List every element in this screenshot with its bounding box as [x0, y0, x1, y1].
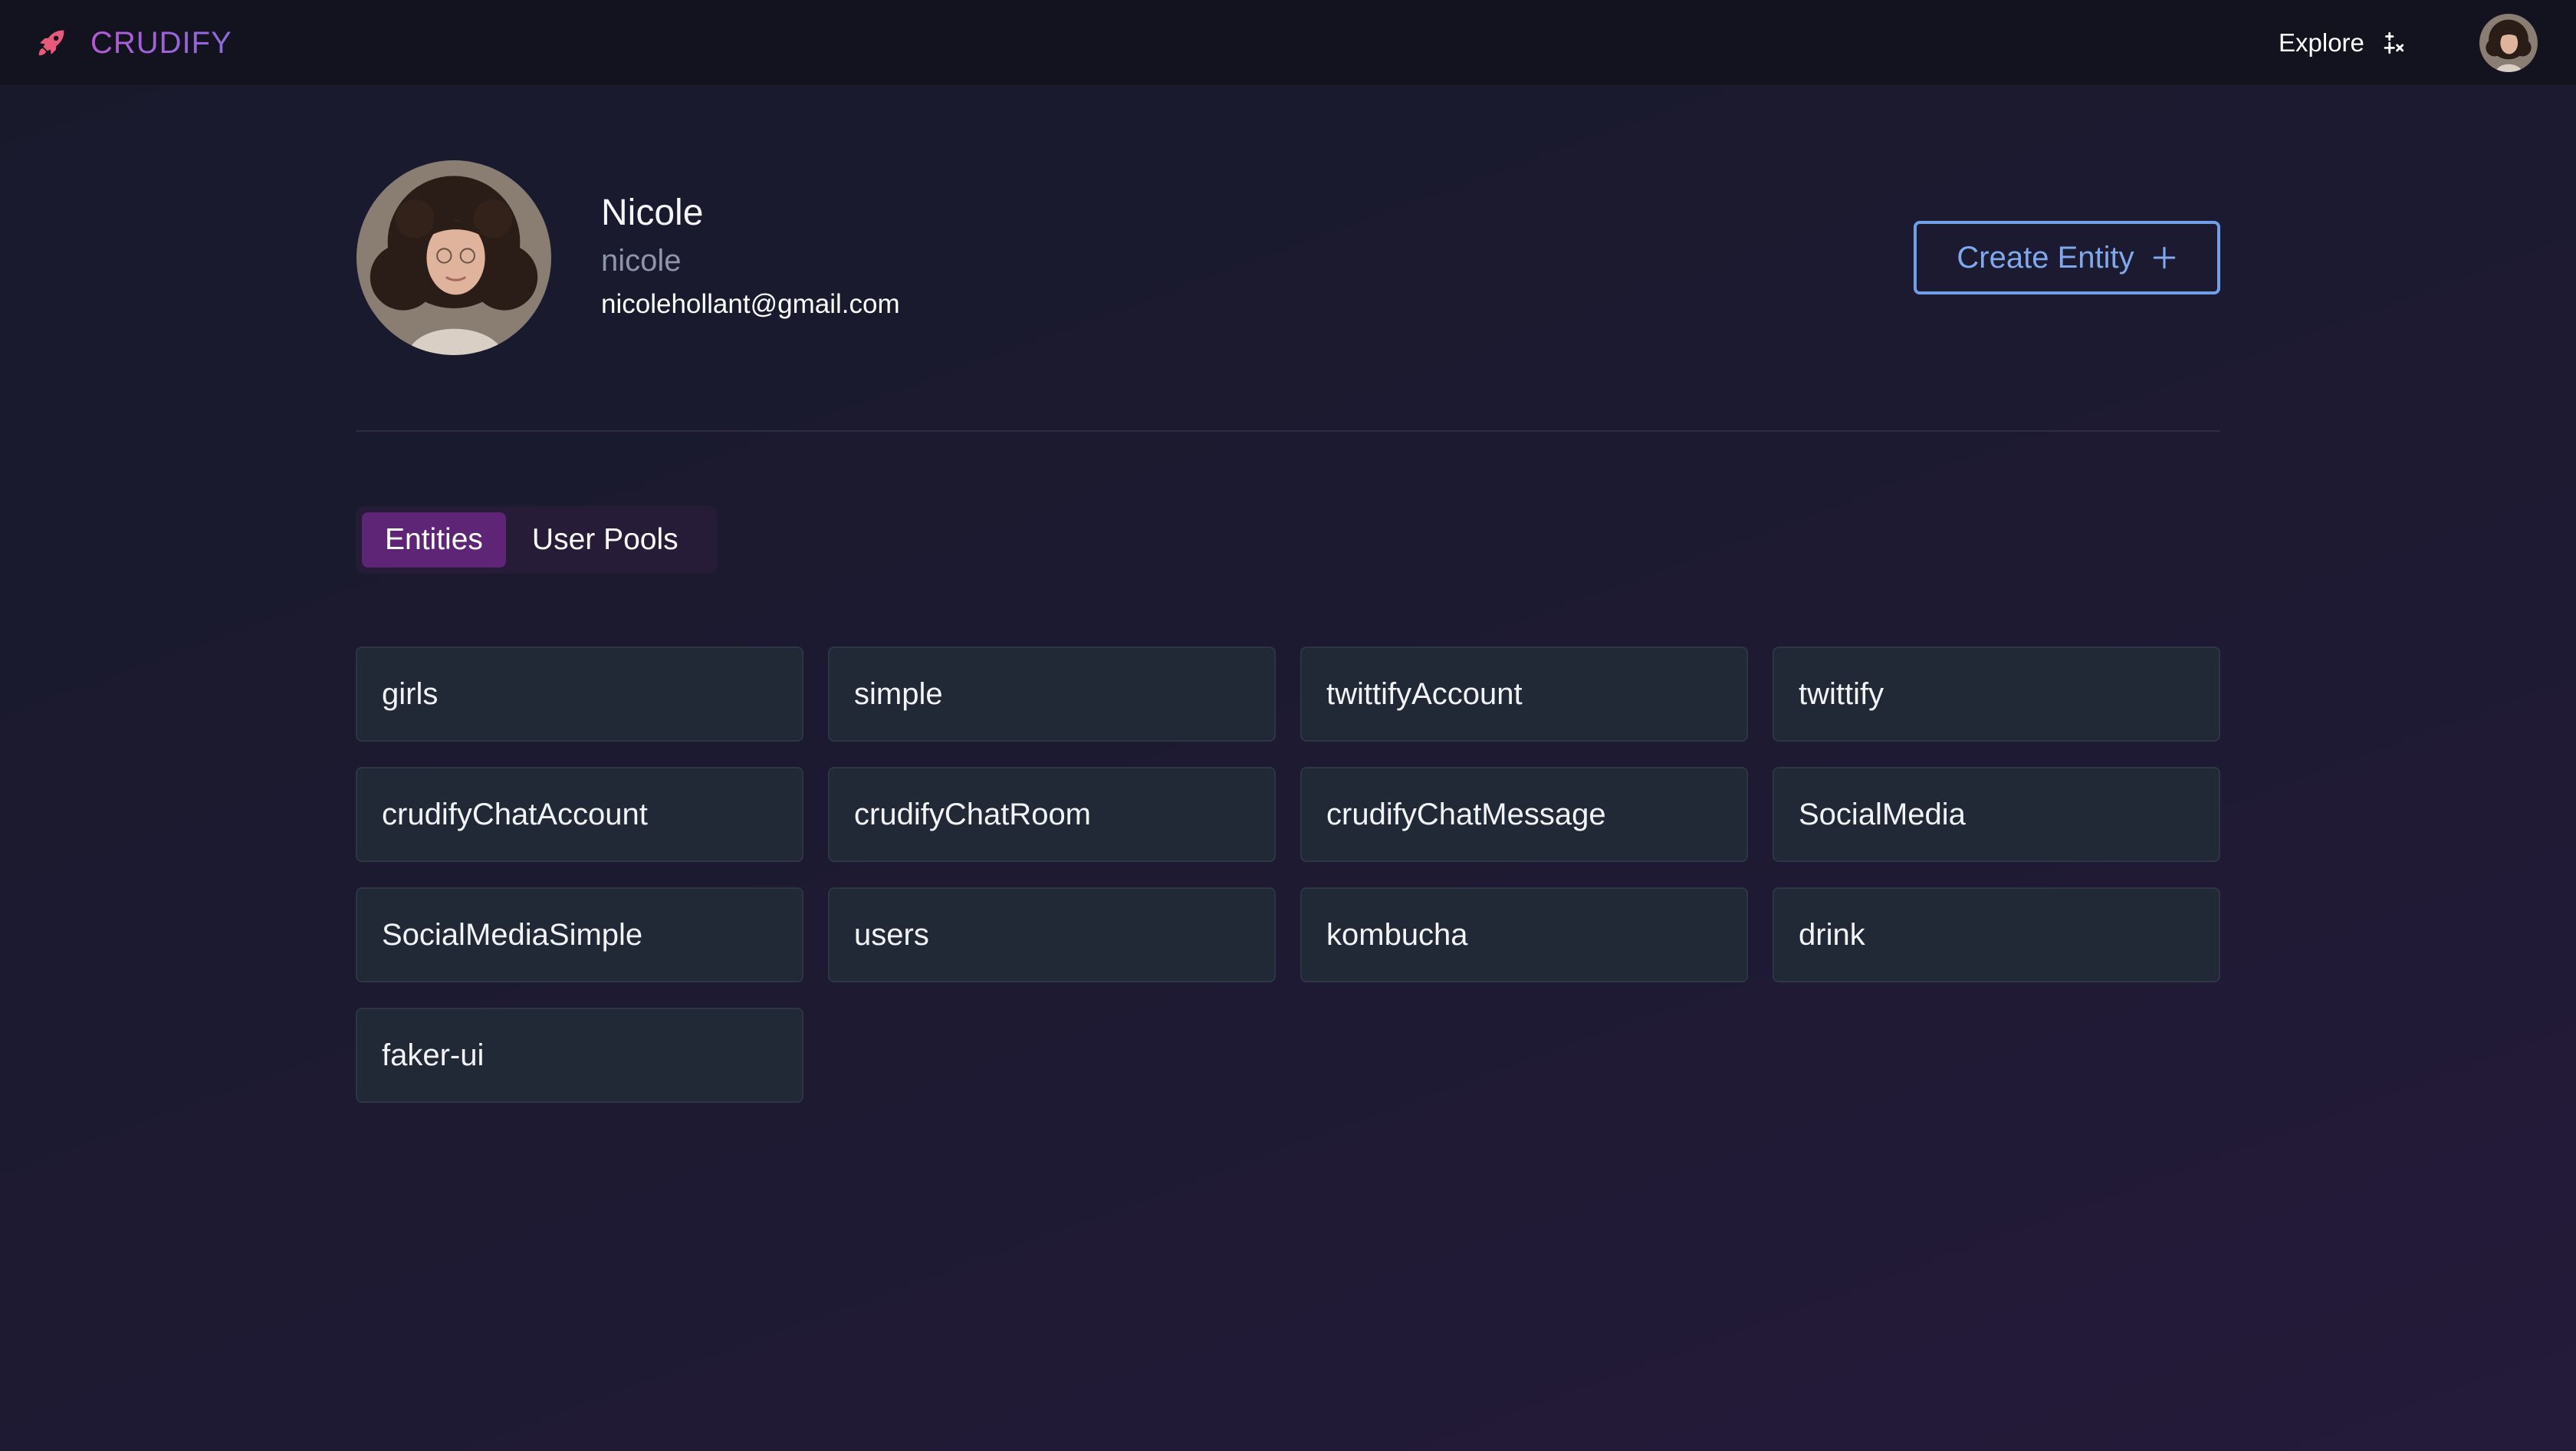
profile-username: nicole — [601, 244, 682, 278]
tab-user-pools[interactable]: User Pools — [509, 512, 702, 568]
profile-email: nicolehollant@gmail.com — [601, 289, 900, 319]
avatar-image — [2479, 14, 2538, 72]
entity-card[interactable]: simple — [828, 647, 1276, 742]
entity-name: crudifyChatMessage — [1326, 797, 1606, 831]
entity-card[interactable]: girls — [356, 647, 803, 742]
entity-card[interactable]: crudifyChatMessage — [1300, 767, 1748, 862]
entity-name: drink — [1799, 917, 1865, 952]
entity-grid: girls simple twittifyAccount twittify cr… — [356, 647, 2220, 1103]
entity-name: faker-ui — [382, 1038, 485, 1072]
entity-card[interactable]: users — [828, 887, 1276, 982]
entity-name: kombucha — [1326, 917, 1468, 952]
rocket-icon — [38, 30, 64, 56]
entity-name: crudifyChatRoom — [854, 797, 1092, 831]
entity-name: SocialMediaSimple — [382, 917, 643, 952]
entity-card[interactable]: SocialMediaSimple — [356, 887, 803, 982]
brand-name: CRUDIFY — [90, 25, 232, 60]
sparkles-icon — [2384, 31, 2404, 54]
tab-bar: Entities User Pools — [356, 506, 718, 574]
entity-name: girls — [382, 676, 439, 711]
plus-icon — [2153, 246, 2175, 269]
entity-name: twittifyAccount — [1326, 676, 1523, 711]
entity-name: crudifyChatAccount — [382, 797, 648, 831]
entity-card[interactable]: twittify — [1773, 647, 2220, 742]
entity-name: twittify — [1799, 676, 1884, 711]
entity-card[interactable]: drink — [1773, 887, 2220, 982]
entity-card[interactable]: crudifyChatRoom — [828, 767, 1276, 862]
entity-card[interactable]: kombucha — [1300, 887, 1748, 982]
entity-name: simple — [854, 676, 943, 711]
brand-link[interactable]: CRUDIFY — [34, 23, 232, 63]
explore-link[interactable]: Explore — [2279, 23, 2406, 63]
create-entity-label: Create Entity — [1957, 240, 2134, 275]
top-nav: CRUDIFY Explore — [0, 0, 2576, 86]
explore-label: Explore — [2279, 28, 2364, 57]
create-entity-button[interactable]: Create Entity — [1914, 221, 2220, 294]
entity-card[interactable]: SocialMedia — [1773, 767, 2220, 862]
profile-avatar — [356, 160, 551, 355]
tab-entities[interactable]: Entities — [362, 512, 506, 568]
section-divider — [356, 430, 2220, 432]
avatar-image — [356, 160, 551, 355]
entity-name: SocialMedia — [1799, 797, 1966, 831]
entity-card[interactable]: twittifyAccount — [1300, 647, 1748, 742]
entity-card[interactable]: faker-ui — [356, 1008, 803, 1103]
user-avatar-button[interactable] — [2479, 14, 2538, 72]
entity-card[interactable]: crudifyChatAccount — [356, 767, 803, 862]
profile-name: Nicole — [601, 192, 704, 233]
entity-name: users — [854, 917, 929, 952]
